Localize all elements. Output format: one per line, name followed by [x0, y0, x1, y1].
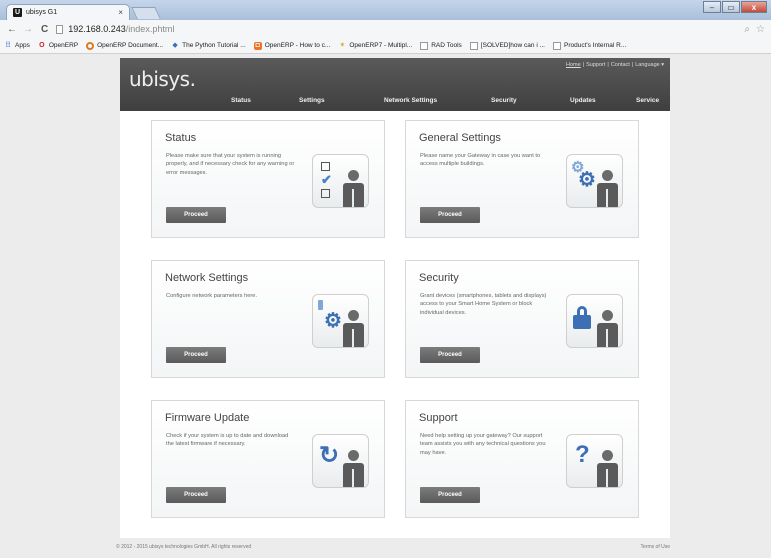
openerp-icon [86, 41, 95, 50]
language-dropdown[interactable]: Language ▾ [635, 62, 664, 68]
refresh-person-icon: ↻ [312, 434, 369, 488]
url-host: 192.168.0.243 [68, 24, 126, 34]
maximize-button[interactable]: ▭ [722, 1, 740, 13]
proceed-button[interactable]: Proceed [420, 207, 480, 223]
browser-toolbar: ← → C 192.168.0.243/index.phtml ⌕ ☆ [0, 20, 771, 38]
contact-link[interactable]: Contact [611, 62, 630, 68]
minimize-button[interactable]: – [703, 1, 721, 13]
proceed-button[interactable]: Proceed [420, 347, 480, 363]
card-firmware-update: Firmware Update Check if your system is … [151, 400, 385, 518]
separator: | [607, 62, 609, 68]
window-controls: – ▭ x [702, 1, 767, 13]
bookmark-openerp-document[interactable]: OpenERP Document... [86, 41, 163, 50]
separator: | [582, 62, 585, 68]
page-viewport: ubisys. Home | Support | Contact | Langu… [0, 55, 771, 558]
content-panel: Status Please make sure that your system… [120, 111, 670, 538]
browser-titlebar: U ubisys G1 × – ▭ x [0, 0, 771, 20]
nav-security[interactable]: Security [491, 97, 517, 104]
card-title: General Settings [419, 132, 501, 144]
bookmark-openerp[interactable]: O OpenERP [38, 42, 78, 50]
checklist-person-icon: ✔ [312, 154, 369, 208]
site-header: ubisys. Home | Support | Contact | Langu… [120, 58, 670, 111]
bookmark-openerp7-multipl[interactable]: ✶ OpenERP7 - Multipl... [338, 42, 412, 50]
card-support: Support Need help setting up your gatewa… [405, 400, 639, 518]
bookmark-solved[interactable]: [SOLVED]how can i ... [469, 41, 545, 50]
card-title: Security [419, 272, 459, 284]
zoom-icon[interactable]: ⌕ [744, 24, 750, 35]
apps-grid-icon: ⁞⁞ [5, 41, 11, 49]
opera-icon: O [39, 41, 45, 49]
lock-person-icon [566, 294, 623, 348]
forward-arrow-icon[interactable]: → [23, 24, 33, 35]
python-icon: ◆ [172, 41, 178, 49]
card-description: Check if your system is up to date and d… [166, 433, 289, 448]
support-link[interactable]: Support [586, 62, 605, 68]
ubisys-favicon-icon: U [13, 8, 22, 17]
bookmark-star-icon[interactable]: ☆ [756, 24, 765, 35]
separator: | [631, 62, 634, 68]
nav-status[interactable]: Status [231, 97, 251, 104]
page-icon [420, 41, 429, 50]
card-description: Need help setting up your gateway? Our s… [420, 433, 546, 456]
card-status: Status Please make sure that your system… [151, 120, 385, 238]
card-security: Security Grant devices (smartphones, tab… [405, 260, 639, 378]
page-icon [469, 41, 478, 50]
tab-close-icon[interactable]: × [118, 8, 123, 17]
bookmark-rad-tools[interactable]: RAD Tools [420, 41, 462, 50]
close-window-button[interactable]: x [741, 1, 767, 13]
card-title: Status [165, 132, 197, 144]
proceed-button[interactable]: Proceed [166, 347, 226, 363]
wings-icon: ✶ [339, 41, 346, 49]
nav-network-settings[interactable]: Network Settings [384, 97, 437, 104]
card-general-settings: General Settings Please name your Gatewa… [405, 120, 639, 238]
nav-updates[interactable]: Updates [570, 97, 596, 104]
bookmark-products-internal[interactable]: Product's Internal R... [552, 41, 626, 50]
nav-settings[interactable]: Settings [299, 97, 325, 104]
card-network-settings: Network Settings Configure network param… [151, 260, 385, 378]
ubisys-logo[interactable]: ubisys. [129, 67, 196, 91]
nav-service[interactable]: Service [636, 97, 659, 104]
proceed-button[interactable]: Proceed [420, 487, 480, 503]
proceed-button[interactable]: Proceed [166, 487, 226, 503]
card-description: Please name your Gateway in case you wan… [420, 153, 541, 168]
main-nav: Status Settings Network Settings Securit… [120, 97, 670, 107]
terms-of-use-link[interactable]: Terms of Use [641, 544, 670, 550]
bookmark-python-tutorial[interactable]: ◆ The Python Tutorial ... [171, 41, 245, 50]
top-links: Home | Support | Contact | Language ▾ [566, 62, 664, 68]
openerp-orange-icon: ◘ [253, 41, 262, 50]
url-path: /index.phtml [125, 24, 175, 34]
card-title: Network Settings [165, 272, 249, 284]
question-person-icon: ? [566, 434, 623, 488]
bookmark-apps[interactable]: ⁞⁞ Apps [4, 42, 30, 50]
bookmarks-bar: ⁞⁞ Apps O OpenERP OpenERP Document... ◆ The… [0, 38, 771, 54]
new-tab-button[interactable] [131, 7, 161, 19]
card-title: Firmware Update [165, 412, 250, 424]
browser-tab[interactable]: U ubisys G1 × [6, 4, 130, 20]
bookmark-openerp-how-to[interactable]: ◘ OpenERP - How to c... [253, 41, 330, 50]
tab-title: ubisys G1 [26, 9, 58, 16]
back-arrow-icon[interactable]: ← [7, 24, 17, 35]
network-gear-person-icon: ⚙ [312, 294, 369, 348]
address-bar[interactable]: 192.168.0.243/index.phtml [56, 22, 744, 36]
page-icon [552, 41, 561, 50]
card-title: Support [419, 412, 458, 424]
card-description: Grant devices (smartphones, tablets and … [420, 293, 547, 316]
reload-icon[interactable]: C [41, 24, 48, 35]
card-description: Configure network parameters here. [166, 293, 258, 299]
copyright: © 2012 - 2015 ubisys technologies GmbH. … [116, 544, 252, 550]
proceed-button[interactable]: Proceed [166, 207, 226, 223]
card-description: Please make sure that your system is run… [166, 153, 295, 176]
home-link[interactable]: Home [566, 62, 581, 68]
gears-person-icon: ⚙ ⚙ [566, 154, 623, 208]
page-icon [56, 24, 64, 34]
